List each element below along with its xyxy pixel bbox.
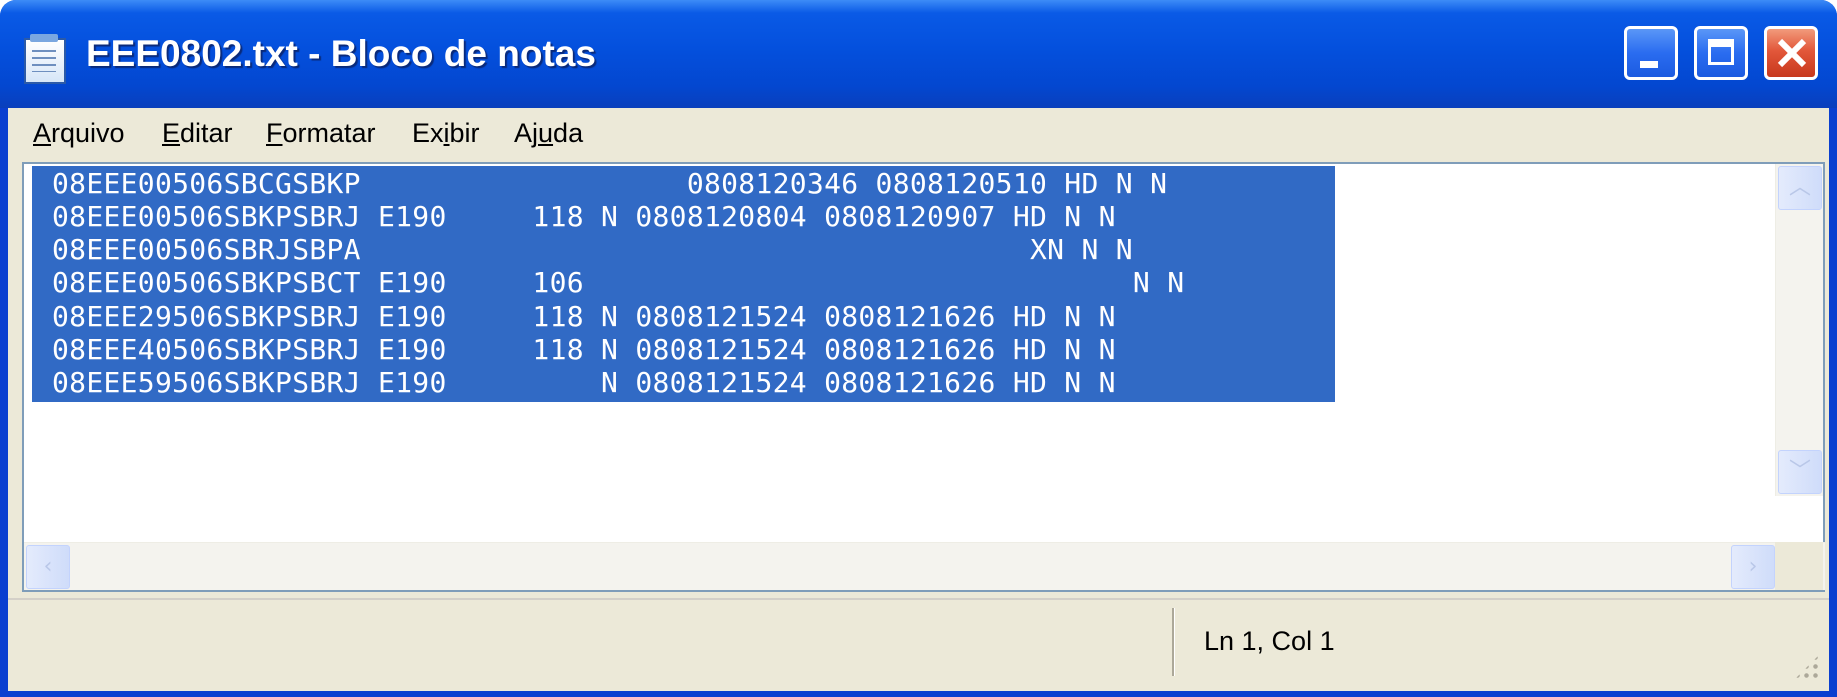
title-bar[interactable]: EEE0802.txt - Bloco de notas	[0, 0, 1837, 108]
scroll-up-button[interactable]: ︿	[1778, 166, 1822, 210]
vertical-scrollbar[interactable]: ︿ ﹀	[1775, 164, 1823, 496]
menu-label-post: da	[553, 118, 584, 148]
notepad-icon[interactable]	[24, 34, 66, 84]
menu-label-post: bir	[449, 118, 480, 148]
text-editor[interactable]: 08EEE00506SBCGSBKP 0808120346 0808120510…	[22, 162, 1825, 592]
horizontal-scrollbar[interactable]: ‹ ›	[24, 542, 1825, 590]
scrollbar-corner	[1775, 542, 1823, 590]
minimize-icon	[1640, 61, 1658, 68]
text-line: 08EEE00506SBKPSBCT E190 106 N N	[52, 266, 1185, 299]
text-line: 08EEE00506SBRJSBPA XN N N	[52, 233, 1133, 266]
menu-label-pre: Aj	[514, 118, 539, 148]
menu-accelerator-key: F	[266, 118, 283, 148]
close-button[interactable]	[1764, 26, 1818, 80]
menu-bar: Arquivo Editar Formatar Exibir Ajuda	[8, 108, 1829, 158]
editor-container: 08EEE00506SBCGSBKP 0808120346 0808120510…	[8, 158, 1829, 598]
resize-grip-icon[interactable]	[1793, 653, 1821, 681]
menu-ajuda[interactable]: Ajuda	[514, 108, 583, 158]
text-line: 08EEE29506SBKPSBRJ E190 118 N 0808121524…	[52, 300, 1116, 333]
menu-label-post: rquivo	[51, 118, 125, 148]
menu-label-post: ormatar	[282, 118, 376, 148]
scroll-left-button[interactable]: ‹	[26, 545, 70, 589]
text-line: 08EEE00506SBCGSBKP 0808120346 0808120510…	[52, 167, 1168, 200]
menu-label-post: ditar	[180, 118, 233, 148]
text-line: 08EEE00506SBKPSBRJ E190 118 N 0808120804…	[52, 200, 1116, 233]
chevron-up-icon: ︿	[1788, 175, 1811, 200]
menu-exibir[interactable]: Exibir	[412, 108, 480, 158]
chevron-right-icon: ›	[1748, 554, 1758, 579]
status-divider	[1172, 608, 1175, 676]
menu-label-pre: Ex	[412, 118, 444, 148]
close-icon	[1767, 29, 1815, 77]
chevron-down-icon: ﹀	[1788, 459, 1811, 484]
cursor-position: Ln 1, Col 1	[1204, 626, 1335, 656]
window-title: EEE0802.txt - Bloco de notas	[86, 33, 596, 74]
text-line: 08EEE59506SBKPSBRJ E190 N 0808121524 080…	[52, 366, 1116, 399]
menu-accelerator-key: u	[538, 118, 554, 148]
menu-editar[interactable]: Editar	[162, 108, 233, 158]
minimize-button[interactable]	[1624, 26, 1678, 80]
menu-formatar[interactable]: Formatar	[266, 108, 376, 158]
chevron-left-icon: ‹	[43, 554, 53, 579]
maximize-button[interactable]	[1694, 26, 1748, 80]
menu-accelerator-key: A	[33, 118, 52, 148]
scroll-down-button[interactable]: ﹀	[1778, 450, 1822, 494]
text-line: 08EEE40506SBKPSBRJ E190 118 N 0808121524…	[52, 333, 1116, 366]
menu-accelerator-key: E	[162, 118, 181, 148]
menu-arquivo[interactable]: Arquivo	[33, 108, 125, 158]
notepad-window: EEE0802.txt - Bloco de notas Arquivo Edi…	[0, 0, 1837, 697]
maximize-icon	[1708, 39, 1734, 65]
text-content-area[interactable]: 08EEE00506SBCGSBKP 0808120346 0808120510…	[26, 166, 1513, 498]
scroll-right-button[interactable]: ›	[1731, 545, 1775, 589]
status-bar: Ln 1, Col 1	[8, 598, 1829, 691]
